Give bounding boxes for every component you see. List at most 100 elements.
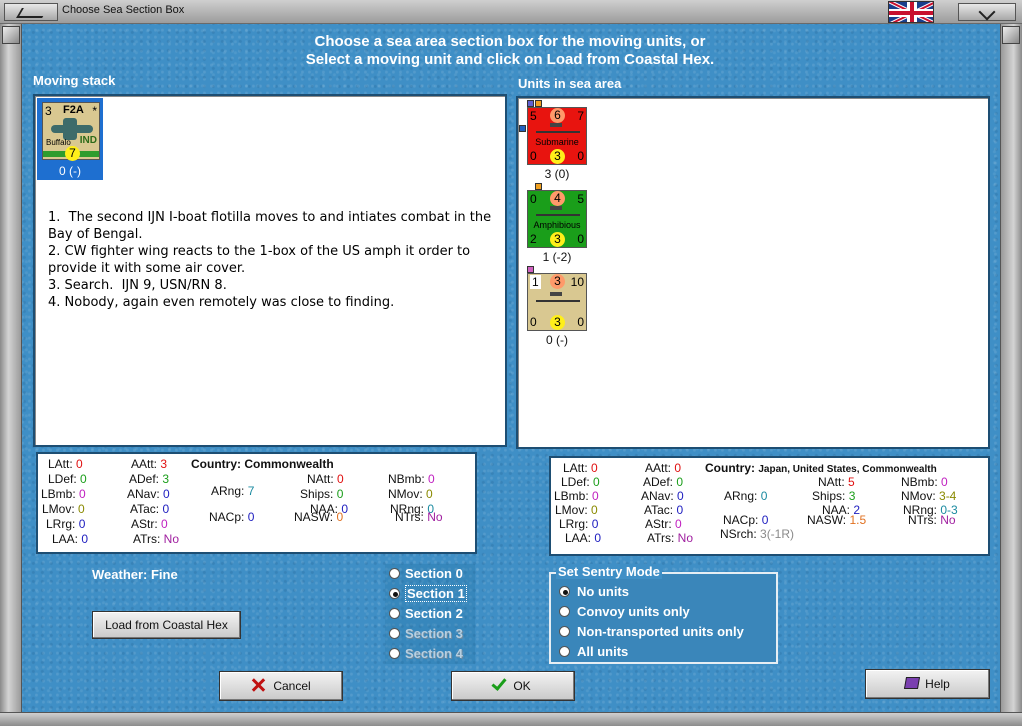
section-3-radio[interactable]: Section 3 — [385, 624, 475, 644]
unit-value: 2 — [530, 232, 537, 246]
frame-corner-icon — [2, 26, 20, 44]
radio-icon — [389, 588, 400, 599]
stat-value: 0 — [426, 487, 433, 501]
unit-type: F2A — [63, 104, 84, 116]
stat-astr: AStr: 0 — [131, 517, 168, 531]
amphibious-unit-counter[interactable]: 0 4 5 Amphibious 2 3 0 — [527, 190, 587, 248]
moving-stack-label: Moving stack — [33, 73, 116, 88]
stat-nacp: NACp: 0 — [209, 510, 255, 524]
frame-left — [0, 24, 22, 714]
stat-value: 0 — [593, 475, 600, 489]
unit-name: Buffalo — [46, 138, 71, 147]
check-icon — [491, 675, 507, 691]
stat-atrs: ATrs: No — [133, 532, 180, 546]
sea-area-panel: 5 6 7 Submarine 0 3 0 3 (0) 0 4 5 Amphib… — [516, 96, 990, 449]
cancel-button[interactable]: Cancel — [219, 671, 343, 701]
stat-nsrch: NSrch: 3(-1R) — [720, 527, 795, 541]
stat-value: No — [677, 531, 694, 545]
stat-value: 0 — [592, 489, 599, 503]
ship-icon — [536, 292, 580, 302]
stats-panel-left: LAtt: 0 LDef: 0 LBmb: 0 LMov: 0 LRrg: 0 … — [36, 452, 477, 554]
section-label: Section 3 — [405, 626, 463, 641]
section-label: Section 2 — [405, 606, 463, 621]
stat-lmov: LMov: 0 — [42, 502, 85, 516]
title-bar: Choose Sea Section Box — [0, 0, 1022, 24]
sentry-non-transported-radio[interactable]: Non-transported units only — [559, 624, 744, 640]
stat-atac: ATac: 0 — [644, 503, 684, 517]
moving-unit-caption: 0 (-) — [59, 164, 81, 178]
submarine-unit-counter[interactable]: 5 6 7 Submarine 0 3 0 — [527, 107, 587, 165]
sentry-option-label: Convoy units only — [577, 604, 690, 619]
sentry-all-units-radio[interactable]: All units — [559, 644, 628, 660]
window-menu-icon[interactable] — [4, 3, 58, 21]
unit-value: 0 — [577, 315, 584, 329]
stat-value: 0 — [760, 489, 768, 503]
help-button[interactable]: Help — [865, 669, 990, 699]
stat-value: 0 — [676, 475, 684, 489]
stat-ships: Ships: 3 — [812, 489, 856, 503]
f2a-unit-counter[interactable]: 3 F2A * Buffalo IND 7 — [42, 102, 100, 161]
cruiser-unit-counter[interactable]: 1 3 10 0 3 0 — [527, 273, 587, 331]
stat-atrs: ATrs: No — [647, 531, 694, 545]
stat-lrrg: LRrg: 0 — [559, 517, 599, 531]
weather-label: Weather: Fine — [92, 567, 178, 582]
stat-ldef: LDef: 0 — [561, 475, 600, 489]
stat-value: 0 — [591, 503, 598, 517]
sentry-option-label: No units — [577, 584, 629, 599]
book-icon — [904, 677, 921, 689]
load-from-coastal-hex-button[interactable]: Load from Coastal Hex — [92, 611, 241, 639]
stat-value: 0 — [336, 510, 344, 524]
frame-right — [1000, 24, 1022, 714]
frame-bottom — [0, 712, 1022, 726]
sentry-convoy-units-radio[interactable]: Convoy units only — [559, 604, 690, 620]
stat-value: 0 — [161, 517, 168, 531]
stat-arng: ARng: 0 — [724, 489, 768, 503]
window-title: Choose Sea Section Box — [62, 4, 185, 16]
minimize-icon[interactable] — [958, 3, 1016, 21]
stats-panel-right: LAtt: 0 LDef: 0 LBmb: 0 LMov: 0 LRrg: 0 … — [549, 456, 990, 556]
stat-value: 0 — [941, 475, 948, 489]
section-4-radio[interactable]: Section 4 — [385, 644, 475, 664]
stat-value: 1.5 — [849, 513, 867, 527]
stat-latt: LAtt: 0 — [563, 461, 598, 475]
section-radio-group: Section 0 Section 1 Section 2 Section 3 … — [385, 564, 475, 664]
stat-value: 0 — [591, 517, 599, 531]
section-1-radio[interactable]: Section 1 — [385, 584, 475, 604]
moving-unit-selected[interactable]: 3 F2A * Buffalo IND 7 0 (-) — [37, 98, 103, 180]
radio-icon — [389, 608, 400, 619]
unit-top-right-value: * — [92, 104, 97, 118]
stat-ntrs: NTrs: No — [395, 510, 443, 524]
stat-lbmb: LBmb: 0 — [554, 489, 599, 503]
section-label: Section 0 — [405, 566, 463, 581]
unit-value: 7 — [577, 109, 584, 123]
unit-value: 3 — [550, 274, 565, 289]
ok-label: OK — [513, 679, 531, 693]
section-label: Section 4 — [405, 646, 463, 661]
country-label: Country: — [705, 461, 755, 475]
stat-value: 0 — [162, 502, 170, 516]
stat-value: 3 — [848, 489, 856, 503]
stat-value: No — [427, 510, 443, 524]
ok-button[interactable]: OK — [451, 671, 575, 701]
stat-value: 3 — [160, 457, 168, 471]
unit-bottom-value: 7 — [65, 146, 80, 161]
section-2-radio[interactable]: Section 2 — [385, 604, 475, 624]
help-label: Help — [925, 677, 950, 691]
stat-astr: AStr: 0 — [645, 517, 682, 531]
country-value: Japan, United States, Commonwealth — [758, 464, 937, 475]
stat-nbmb: NBmb: 0 — [901, 475, 948, 489]
stat-value: No — [940, 513, 956, 527]
unit-value: 3 — [550, 232, 565, 247]
unit-marker-icon — [527, 100, 534, 107]
unit-marker-icon — [535, 183, 542, 190]
radio-icon — [559, 626, 570, 637]
stat-atac: ATac: 0 — [130, 502, 170, 516]
stat-value: 7 — [247, 484, 255, 498]
stat-value: 0 — [428, 472, 435, 486]
country-label: Country: — [191, 457, 241, 471]
stat-ships: Ships: 0 — [300, 487, 344, 501]
unit-marker-icon — [519, 125, 526, 132]
section-0-radio[interactable]: Section 0 — [385, 564, 475, 584]
sentry-no-units-radio[interactable]: No units — [559, 584, 629, 600]
stat-value: 5 — [848, 475, 855, 489]
